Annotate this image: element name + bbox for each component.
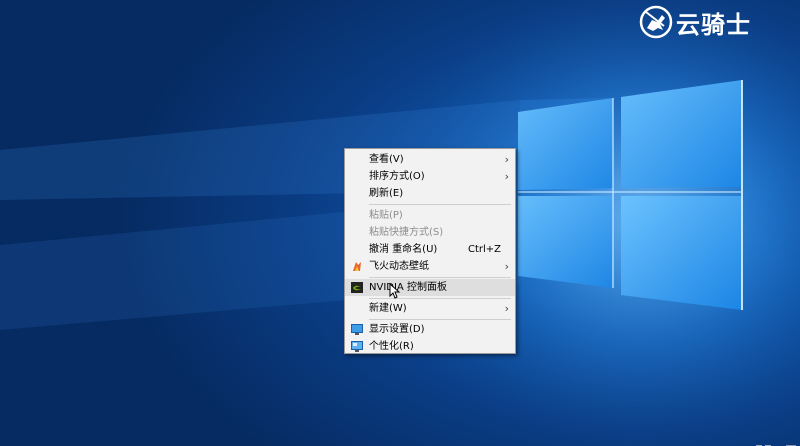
menu-item-label: 粘贴快捷方式(S)	[369, 227, 444, 238]
menu-item-personalize[interactable]: 个性化(R)	[345, 338, 515, 355]
menu-item-paste-shortcut[interactable]: 粘贴快捷方式(S)	[345, 224, 515, 241]
menu-item-label: 撤消 重命名(U)	[369, 244, 438, 255]
desktop-wallpaper[interactable]: 云骑士 查看(V) › 排序方式(O) › 刷新(E) 粘贴(P) 粘贴快捷方式…	[0, 0, 800, 446]
menu-item-feihuo-wallpaper[interactable]: 飞火动态壁纸 ›	[345, 258, 515, 275]
personalize-icon	[351, 341, 363, 352]
tray-glyph-icon	[756, 445, 796, 446]
menu-item-paste[interactable]: 粘贴(P)	[345, 207, 515, 224]
feihuo-wallpaper-icon	[353, 262, 361, 271]
window-pane-bottom-right	[621, 196, 742, 310]
submenu-arrow-icon: ›	[504, 153, 509, 166]
menu-item-label: 粘贴(P)	[369, 210, 403, 221]
menu-item-label: 排序方式(O)	[369, 171, 425, 182]
menu-item-sort[interactable]: 排序方式(O) ›	[345, 168, 515, 185]
window-pane-bottom-left	[518, 196, 613, 288]
window-pane-top-left	[518, 98, 613, 190]
menu-item-label: 查看(V)	[369, 154, 404, 165]
menu-item-display-settings[interactable]: 显示设置(D)	[345, 321, 515, 338]
menu-item-label: 新建(W)	[369, 303, 407, 314]
menu-item-new[interactable]: 新建(W) ›	[345, 300, 515, 317]
menu-item-view[interactable]: 查看(V) ›	[345, 151, 515, 168]
desktop-context-menu: 查看(V) › 排序方式(O) › 刷新(E) 粘贴(P) 粘贴快捷方式(S) …	[344, 148, 516, 354]
menu-item-label: 显示设置(D)	[369, 324, 425, 335]
window-pane-top-right	[621, 80, 742, 188]
menu-item-shortcut: Ctrl+Z	[467, 244, 501, 255]
submenu-arrow-icon: ›	[504, 170, 509, 183]
knight-on-horse-logo	[639, 5, 673, 39]
submenu-arrow-icon: ›	[504, 260, 509, 273]
submenu-arrow-icon: ›	[504, 302, 509, 315]
nvidia-icon	[351, 282, 363, 293]
taskbar-edge	[756, 436, 800, 446]
menu-item-refresh[interactable]: 刷新(E)	[345, 185, 515, 202]
menu-item-label: 刷新(E)	[369, 188, 404, 199]
menu-item-label: NVIDIA 控制面板	[369, 282, 447, 293]
menu-item-nvidia-control-panel[interactable]: NVIDIA 控制面板	[345, 279, 515, 296]
menu-item-label: 飞火动态壁纸	[369, 261, 429, 272]
watermark: 云骑士	[638, 4, 751, 40]
display-settings-icon	[351, 324, 363, 335]
watermark-text: 云骑士	[676, 10, 751, 39]
menu-item-label: 个性化(R)	[369, 341, 414, 352]
menu-separator	[369, 277, 511, 278]
menu-separator	[369, 319, 511, 320]
menu-separator	[369, 204, 511, 205]
mouse-cursor-icon	[389, 283, 401, 299]
menu-item-undo-rename[interactable]: 撤消 重命名(U) Ctrl+Z	[345, 241, 515, 258]
